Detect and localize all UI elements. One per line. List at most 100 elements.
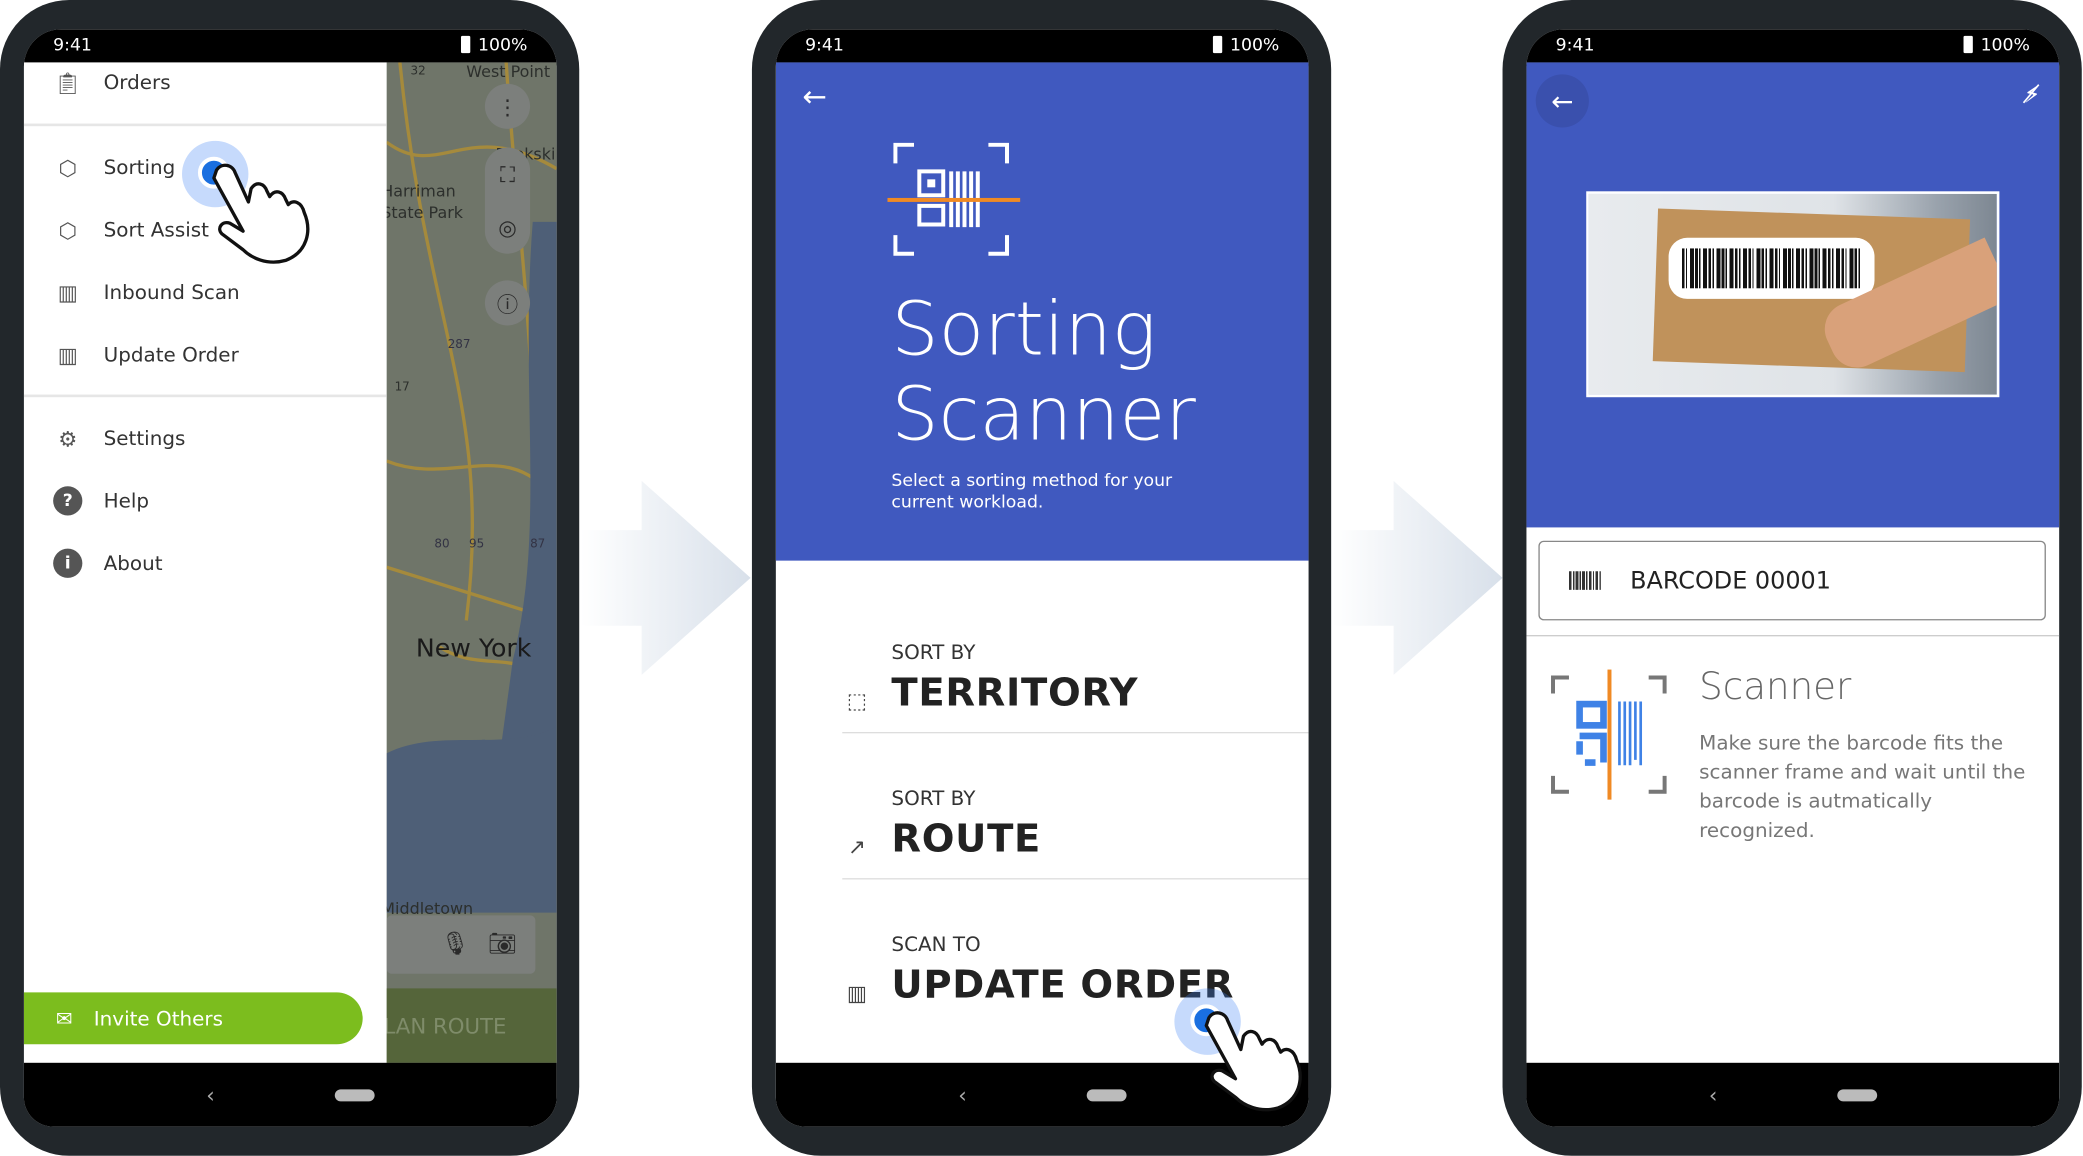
flash-off-icon[interactable]: ⚡̸ bbox=[2024, 81, 2041, 109]
back-nav-icon[interactable]: ‹ bbox=[206, 1082, 215, 1107]
system-nav-bar: ‹ bbox=[23, 1062, 557, 1127]
phone-scanner: 9:41 100% ← ⚡̸ BARCODE 00001 Scanner Make… bbox=[1502, 0, 2082, 1156]
flow-arrow-icon bbox=[580, 480, 751, 675]
barcode-label bbox=[1668, 237, 1875, 299]
system-nav-bar: ‹ bbox=[1526, 1062, 2060, 1127]
back-arrow-icon[interactable]: ← bbox=[1535, 74, 1589, 128]
menu-item-sorting[interactable]: ⬡ Sorting bbox=[53, 153, 175, 182]
menu-item-orders[interactable]: 📋︎ Orders bbox=[53, 68, 171, 97]
scanner-title: Scanner bbox=[1699, 664, 1852, 709]
divider bbox=[23, 123, 387, 127]
option-sort-by-route[interactable]: ↗ SORT BY ROUTE bbox=[842, 733, 1309, 880]
scanner-instructions: Make sure the barcode fits the scanner f… bbox=[1699, 730, 2026, 843]
menu-label: Sort Assist bbox=[103, 217, 209, 242]
menu-item-about[interactable]: i About bbox=[53, 548, 163, 578]
phone-menu: 9:41 100% West Point Peekskill Harriman S… bbox=[0, 0, 580, 1156]
plan-route-label: PLAN ROUTE bbox=[370, 1012, 507, 1039]
menu-label: Help bbox=[103, 488, 150, 513]
menu-label: Update Order bbox=[103, 342, 239, 367]
screen-sorting-scanner: 9:41 100% ← Sorting Scanner Select a sorti… bbox=[775, 29, 1309, 1127]
camera-icon[interactable]: 📷︎ bbox=[488, 931, 517, 958]
more-icon[interactable]: ⋮ bbox=[484, 83, 531, 129]
map-shield: 32 bbox=[410, 65, 426, 79]
option-sort-by-territory[interactable]: ⬚ SORT BY TERRITORY bbox=[842, 587, 1309, 734]
clock: 9:41 bbox=[53, 35, 92, 56]
barcode-frame-icon: ▥ bbox=[57, 279, 78, 305]
fullscreen-icon[interactable]: ⛶ bbox=[500, 161, 515, 188]
map-label: West Point bbox=[466, 62, 551, 82]
battery-level: 100% bbox=[1229, 35, 1280, 56]
battery-level: 100% bbox=[478, 35, 528, 56]
status-bar: 9:41 100% bbox=[775, 29, 1309, 63]
barcode-icon bbox=[1568, 571, 1601, 590]
map-shield: 80 bbox=[434, 538, 450, 552]
menu-item-help[interactable]: ? Help bbox=[53, 486, 150, 516]
invite-others-button[interactable]: ✉ Invite Others bbox=[23, 992, 363, 1045]
home-nav-icon[interactable] bbox=[1836, 1088, 1877, 1101]
menu-label: Inbound Scan bbox=[103, 280, 240, 305]
back-arrow-icon[interactable]: ← bbox=[802, 81, 826, 114]
page-title: Sorting Scanner bbox=[891, 286, 1196, 459]
battery: 100% bbox=[1212, 35, 1280, 56]
cube-scan-icon: ⬡ bbox=[58, 154, 78, 181]
hand-pointer-icon bbox=[1204, 1011, 1302, 1112]
map-label: New York bbox=[415, 633, 532, 663]
divider bbox=[23, 394, 387, 398]
locate-icon[interactable]: ◎ bbox=[498, 215, 517, 240]
plan-route-button[interactable]: PLAN ROUTE bbox=[371, 988, 557, 1063]
barcode-icon bbox=[1681, 248, 1862, 289]
barcode-value: BARCODE 00001 bbox=[1630, 566, 1831, 595]
back-nav-icon[interactable]: ‹ bbox=[958, 1082, 967, 1107]
territory-icon: ⬚ bbox=[846, 687, 867, 713]
clipboard-icon: 📋︎ bbox=[54, 69, 82, 95]
map-shield: 87 bbox=[530, 538, 546, 552]
battery: 100% bbox=[460, 35, 528, 56]
camera-preview bbox=[1586, 191, 2000, 398]
barcode-check-icon: ▥ bbox=[846, 979, 867, 1006]
info-icon[interactable]: ⓘ bbox=[484, 280, 531, 326]
map-controls: ⛶ ◎ bbox=[484, 147, 531, 254]
page-subtitle: Select a sorting method for your current… bbox=[891, 471, 1173, 513]
map-label: Harriman bbox=[386, 182, 456, 201]
scanner-logo-icon bbox=[887, 142, 1021, 256]
menu-item-sort-assist[interactable]: ⬡ Sort Assist bbox=[53, 215, 209, 244]
home-nav-icon[interactable] bbox=[1086, 1088, 1127, 1101]
menu-item-settings[interactable]: ⚙ Settings bbox=[53, 424, 185, 453]
menu-label: Orders bbox=[103, 70, 171, 95]
cube-scan-icon: ⬡ bbox=[58, 217, 78, 243]
camera-view: ← ⚡̸ bbox=[1526, 62, 2060, 528]
invite-icon: ✉ bbox=[55, 1006, 73, 1031]
info-icon: i bbox=[53, 548, 83, 578]
hand-pointer-icon bbox=[212, 163, 310, 264]
microphone-icon[interactable]: 🎙︎ bbox=[441, 931, 470, 958]
map-view[interactable]: West Point Peekskill Harriman State Park… bbox=[386, 62, 557, 1063]
map-shield: 287 bbox=[447, 338, 471, 353]
menu-item-inbound-scan[interactable]: ▥ Inbound Scan bbox=[53, 278, 240, 307]
map-label: State Park bbox=[386, 203, 464, 222]
back-nav-icon[interactable]: ‹ bbox=[1709, 1082, 1718, 1107]
flow-arrow-icon bbox=[1332, 480, 1503, 675]
home-nav-icon[interactable] bbox=[334, 1088, 375, 1101]
invite-label: Invite Others bbox=[93, 1006, 223, 1031]
route-icon: ↗ bbox=[847, 833, 866, 859]
barcode-field[interactable]: BARCODE 00001 bbox=[1538, 540, 2046, 621]
barcode-check-icon: ▥ bbox=[57, 342, 78, 368]
battery-level: 100% bbox=[1980, 35, 2030, 56]
phone-sorting-scanner: 9:41 100% ← Sorting Scanner Select a sorti… bbox=[751, 0, 1332, 1156]
menu-item-update-order[interactable]: ▥ Update Order bbox=[53, 340, 239, 369]
battery-icon bbox=[1212, 35, 1222, 54]
battery-icon bbox=[460, 35, 471, 54]
battery: 100% bbox=[1963, 35, 2030, 56]
menu-label: Sorting bbox=[103, 155, 176, 180]
header: ← Sorting Scanner Select a sorting method… bbox=[775, 62, 1309, 561]
help-icon: ? bbox=[53, 486, 83, 516]
map-shield: 17 bbox=[394, 381, 410, 395]
clock: 9:41 bbox=[805, 35, 844, 56]
map-shield: 95 bbox=[468, 538, 485, 552]
menu-label: Settings bbox=[103, 426, 186, 451]
map-roads bbox=[386, 62, 557, 913]
status-bar: 9:41 100% bbox=[1526, 29, 2060, 63]
menu-label: About bbox=[103, 551, 163, 576]
map-search-bar[interactable]: 🎙︎ 📷︎ bbox=[386, 915, 536, 974]
clock: 9:41 bbox=[1555, 35, 1595, 56]
